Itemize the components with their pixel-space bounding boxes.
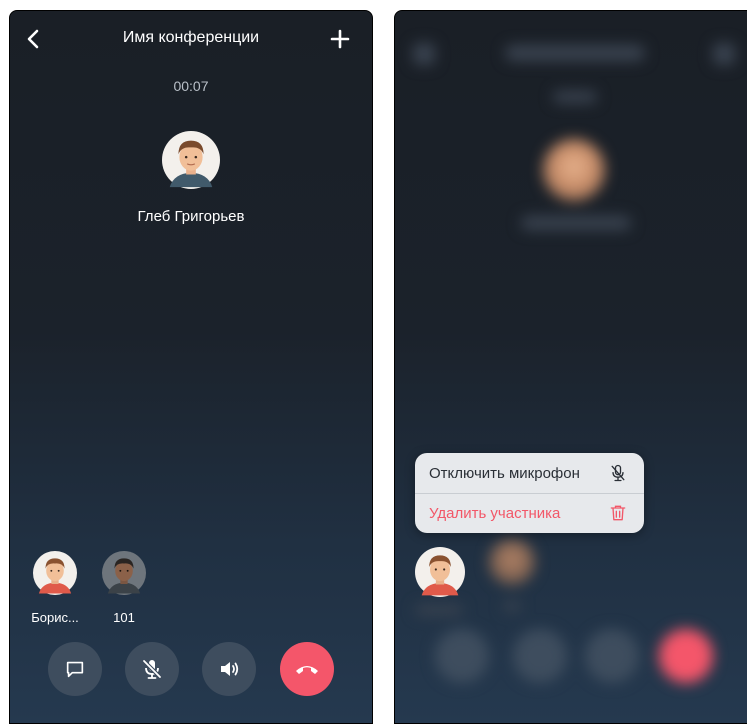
call-timer: 00:07 bbox=[173, 78, 209, 94]
page-title: Имя конференции bbox=[122, 29, 260, 46]
add-participant-button[interactable] bbox=[328, 27, 352, 51]
selected-participant-avatar[interactable] bbox=[415, 547, 465, 597]
participant-tile[interactable]: Борис... bbox=[25, 551, 85, 625]
mic-off-icon bbox=[142, 659, 162, 679]
conference-screen: Имя конференции 00:07 Глеб Григорьев Бор… bbox=[9, 10, 373, 724]
speaker-icon bbox=[221, 662, 239, 676]
participant-avatar bbox=[102, 551, 146, 595]
hangup-button[interactable] bbox=[280, 642, 334, 696]
hangup-icon bbox=[296, 666, 318, 674]
participant-name: Борис... bbox=[31, 610, 79, 625]
chat-button[interactable] bbox=[48, 642, 102, 696]
participant-avatar bbox=[33, 551, 77, 595]
chat-icon bbox=[66, 661, 84, 678]
plus-icon bbox=[330, 29, 350, 49]
trash-icon bbox=[610, 505, 626, 521]
blurred-background bbox=[395, 11, 747, 723]
speaker-button[interactable] bbox=[202, 642, 256, 696]
top-bar: Имя конференции bbox=[10, 25, 372, 53]
remove-participant-menu-item[interactable]: Удалить участника bbox=[415, 493, 644, 533]
mute-microphone-menu-item[interactable]: Отключить микрофон bbox=[415, 453, 644, 493]
mic-off-icon bbox=[611, 464, 625, 482]
back-button[interactable] bbox=[22, 27, 46, 51]
participant-context-menu: Отключить микрофон Удалить участника bbox=[415, 453, 644, 533]
speaker-name: Глеб Григорьев bbox=[137, 208, 245, 225]
participant-name: 101 bbox=[113, 610, 135, 625]
conference-screen-context-menu: Отключить микрофон Удалить участника bbox=[394, 10, 747, 724]
speaker-avatar bbox=[162, 131, 220, 189]
menu-item-label: Отключить микрофон bbox=[429, 464, 580, 482]
chevron-left-icon bbox=[27, 29, 39, 49]
participant-tile[interactable]: 101 bbox=[94, 551, 154, 625]
menu-item-label: Удалить участника bbox=[429, 504, 561, 522]
mute-microphone-button[interactable] bbox=[125, 642, 179, 696]
